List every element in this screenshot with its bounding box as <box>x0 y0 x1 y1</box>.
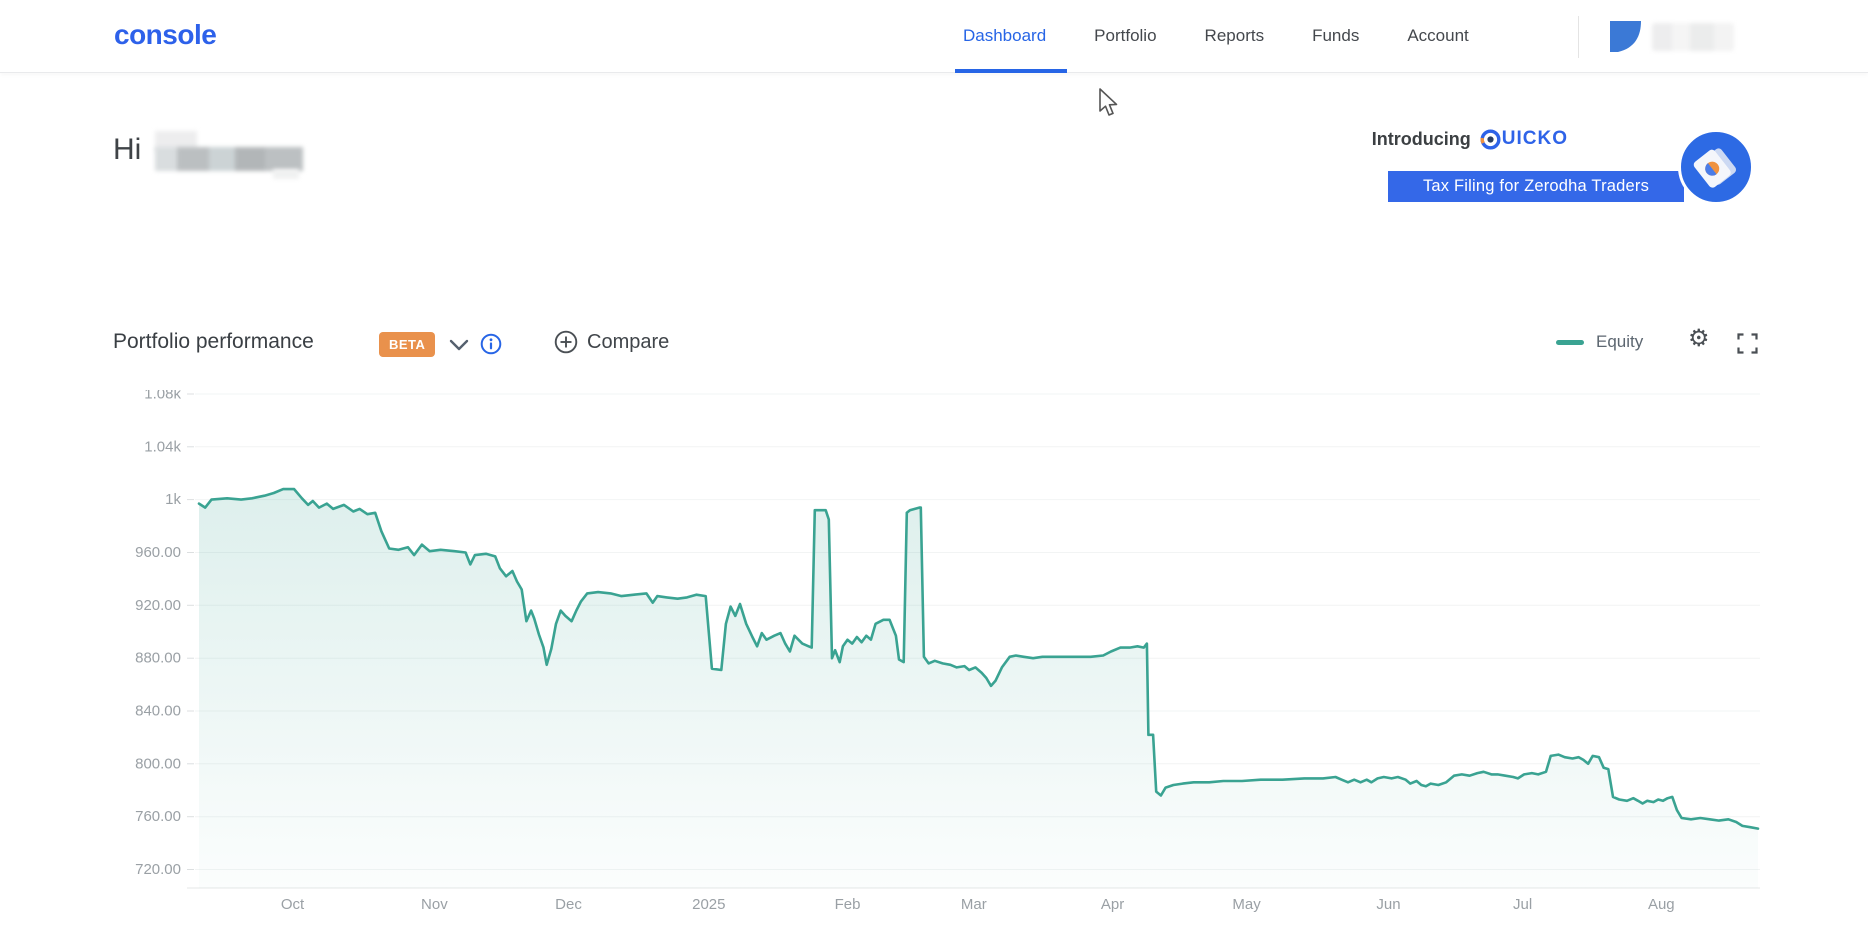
info-icon[interactable] <box>480 333 502 360</box>
x-tick-label: Jul <box>1513 896 1532 913</box>
legend-equity[interactable]: Equity <box>1556 332 1643 352</box>
quicko-q-icon <box>1480 128 1501 150</box>
kite-logo-icon[interactable] <box>1610 21 1641 52</box>
quicko-promo-banner[interactable]: Introducing UICKO Tax Filing for Zerodha… <box>1372 124 1760 210</box>
main-nav: Dashboard Portfolio Reports Funds Accoun… <box>963 0 1469 72</box>
header-divider <box>1578 16 1579 58</box>
equity-area-chart[interactable]: 1.08k 1.04k 1k 960.00 920.00 880.00 840.00 800.… <box>120 386 1760 920</box>
circle-plus-icon <box>554 330 578 354</box>
y-tick-label: 720.00 <box>135 861 181 878</box>
promo-tagline-bar[interactable]: Tax Filing for Zerodha Traders <box>1388 171 1684 202</box>
y-tick-label: 760.00 <box>135 808 181 825</box>
x-tick-label: Feb <box>835 896 861 913</box>
portfolio-performance-chart[interactable]: 1.08k 1.04k 1k 960.00 920.00 880.00 840.00 800.… <box>120 386 1760 920</box>
promo-ticket-badge <box>1678 129 1754 205</box>
y-tick-label: 1k <box>165 491 181 508</box>
x-tick-label: Jun <box>1376 896 1400 913</box>
top-navbar: console Dashboard Portfolio Reports Fund… <box>0 0 1868 73</box>
gear-icon[interactable]: ⚙ <box>1688 327 1710 351</box>
promo-tagline: Tax Filing for Zerodha Traders <box>1422 177 1650 195</box>
nav-tab-portfolio[interactable]: Portfolio <box>1094 26 1156 46</box>
equity-line-swatch <box>1556 339 1584 345</box>
ticket-icon <box>1693 148 1737 188</box>
portfolio-performance-header: Portfolio performance BETA Compare Equit… <box>0 326 1868 366</box>
y-tick-label: 1.08k <box>144 390 181 403</box>
y-tick-label: 880.00 <box>135 650 181 667</box>
x-tick-label: Oct <box>281 896 305 913</box>
fullscreen-icon[interactable] <box>1737 333 1758 359</box>
equity-legend-label: Equity <box>1596 332 1644 351</box>
chevron-down-icon[interactable] <box>449 339 469 357</box>
y-tick-label: 960.00 <box>135 544 181 561</box>
quicko-brand: UICKO <box>1480 128 1568 150</box>
x-tick-label: Aug <box>1648 896 1675 913</box>
x-tick-label: Dec <box>555 896 582 913</box>
nav-tab-account[interactable]: Account <box>1407 26 1468 46</box>
quicko-brand-text: UICKO <box>1501 128 1568 149</box>
mouse-cursor <box>1098 88 1124 125</box>
nav-tab-dashboard[interactable]: Dashboard <box>963 26 1046 46</box>
nav-tab-reports[interactable]: Reports <box>1205 26 1265 46</box>
x-tick-label: Nov <box>421 896 448 913</box>
user-id-redacted[interactable] <box>1652 23 1734 51</box>
equity-area <box>199 489 1758 888</box>
y-tick-label: 800.00 <box>135 755 181 772</box>
beta-badge: BETA <box>379 332 436 357</box>
y-tick-label: 920.00 <box>135 597 181 614</box>
x-tick-label: 2025 <box>692 896 725 913</box>
active-tab-underline <box>955 69 1067 73</box>
y-tick-label: 1.04k <box>144 438 181 455</box>
user-name-redacted <box>155 131 304 179</box>
x-tick-label: Mar <box>961 896 987 913</box>
y-tick-label: 840.00 <box>135 703 181 720</box>
promo-headline: Introducing UICKO <box>1372 128 1568 150</box>
x-tick-label: May <box>1232 896 1261 913</box>
section-title: Portfolio performance <box>113 330 314 353</box>
nav-tab-funds[interactable]: Funds <box>1312 26 1359 46</box>
console-logo[interactable]: console <box>114 19 217 51</box>
compare-label: Compare <box>587 330 670 353</box>
promo-intro-text: Introducing <box>1371 128 1471 149</box>
greeting: Hi <box>113 131 304 179</box>
greeting-text: Hi <box>113 133 142 166</box>
compare-button[interactable]: Compare <box>554 330 669 354</box>
console-dashboard-screen: console Dashboard Portfolio Reports Fund… <box>0 0 1868 935</box>
x-tick-label: Apr <box>1101 896 1124 913</box>
